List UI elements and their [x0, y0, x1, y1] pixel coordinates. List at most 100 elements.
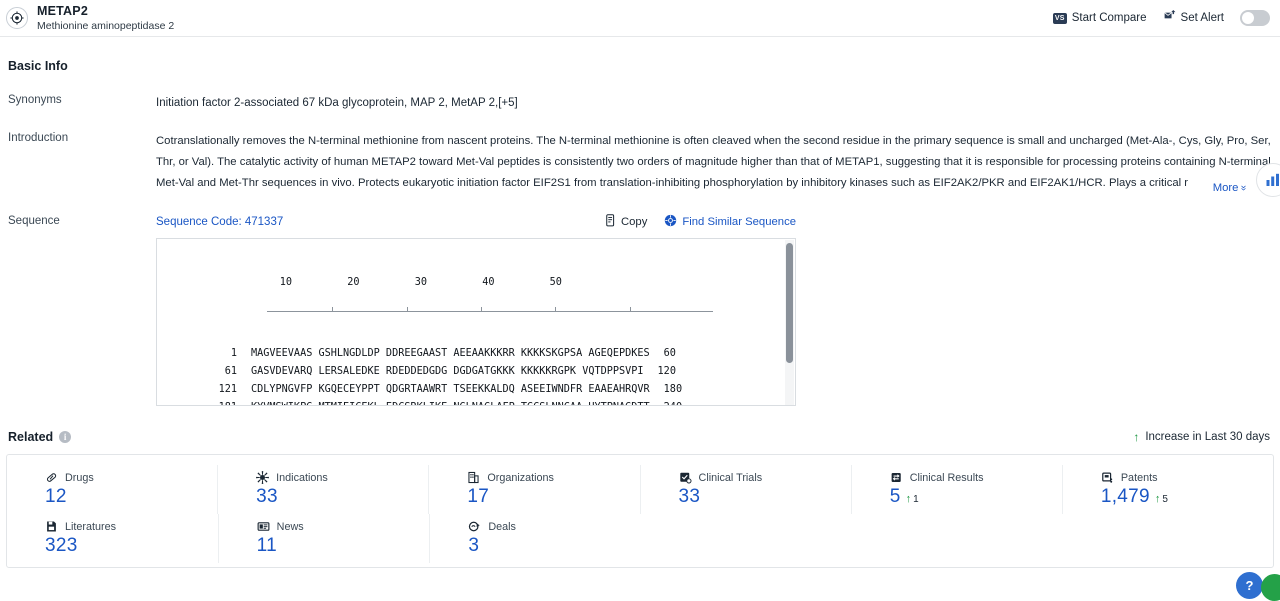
related-card-label: Deals — [488, 521, 516, 533]
related-card-head: Indications — [256, 471, 428, 484]
chart-icon — [1265, 172, 1280, 188]
start-compare-label: Start Compare — [1072, 12, 1147, 24]
sequence-code-link[interactable]: Sequence Code: 471337 — [156, 216, 283, 228]
introduction-label: Introduction — [6, 131, 156, 194]
related-card-placeholder — [1062, 514, 1273, 563]
help-button[interactable]: ? — [1236, 572, 1263, 599]
sequence-scrollbar-thumb[interactable] — [786, 243, 793, 363]
sequence-line-end: 240 — [664, 399, 682, 406]
related-card-label: Indications — [276, 472, 328, 484]
sequence-scrollbar[interactable] — [785, 240, 794, 406]
ruler-tick — [630, 307, 631, 312]
more-label: More — [1213, 182, 1239, 194]
info-icon[interactable]: i — [59, 431, 71, 443]
virus-icon — [256, 471, 269, 484]
related-card-value: 33 — [679, 486, 701, 508]
alert-toggle-switch[interactable] — [1240, 10, 1270, 26]
related-card-drugs[interactable]: Drugs12 — [7, 465, 217, 514]
header-actions: VS Start Compare Set Alert — [1053, 9, 1272, 27]
related-card-delta-value: 1 — [913, 494, 919, 505]
related-card-value: 17 — [467, 486, 489, 508]
related-card-head: News — [257, 520, 430, 533]
related-cards-row-1: Drugs12Indications33Organizations17Clini… — [7, 465, 1273, 514]
patent-icon — [1101, 471, 1114, 484]
find-similar-label: Find Similar Sequence — [682, 216, 796, 228]
introduction-content: Cotranslationally removes the N-terminal… — [156, 131, 1274, 194]
sequence-line-start: 121 — [157, 381, 237, 399]
sequence-line-residues: KYVMSWIKPG MTMIEICEKL EDCSRKLIKE NGLNAGL… — [251, 399, 650, 406]
related-card-indications[interactable]: Indications33 — [217, 465, 428, 514]
building-icon — [467, 471, 480, 484]
related-card-value: 3 — [468, 535, 479, 557]
introduction-row: Introduction Cotranslationally removes t… — [6, 131, 1274, 194]
related-card-value-row: 33 — [679, 486, 851, 508]
sequence-line-start: 61 — [157, 363, 237, 381]
sequence-content-area: 10 20 30 40 50 1 MAGVEEVAAS GSHLNGDLDP DD… — [157, 239, 795, 406]
related-card-value-row: 323 — [45, 535, 218, 557]
find-similar-sequence-button[interactable]: Find Similar Sequence — [664, 214, 796, 230]
news-icon — [257, 520, 270, 533]
arrow-up-icon: ↑ — [1155, 494, 1161, 505]
chat-bubble-button[interactable] — [1261, 574, 1280, 601]
related-card-delta: ↑1 — [906, 494, 919, 508]
related-header: Related i ↑ Increase in Last 30 days — [6, 430, 1274, 444]
related-card-patents[interactable]: Patents 1,479↑5 — [1062, 465, 1273, 514]
related-card-news[interactable]: News 11 — [218, 514, 430, 563]
related-card-head: Literatures — [45, 520, 218, 533]
increase-legend: ↑ Increase in Last 30 days — [1133, 431, 1270, 443]
clinical-result-icon — [890, 471, 903, 484]
ruler-tick — [407, 307, 408, 312]
introduction-more-button[interactable]: More » — [1207, 182, 1246, 194]
related-card-label: Clinical Results — [910, 472, 984, 484]
arrow-up-icon: ↑ — [1133, 431, 1139, 443]
related-card-label: Clinical Trials — [699, 472, 763, 484]
related-card-clinical-results[interactable]: Clinical Results5↑1 — [851, 465, 1062, 514]
related-card-head: Deals — [468, 520, 641, 533]
related-card-label: Organizations — [487, 472, 554, 484]
related-card-clinical-trials[interactable]: Clinical Trials 33 — [640, 465, 851, 514]
related-card-organizations[interactable]: Organizations 17 — [428, 465, 639, 514]
sequence-line: 181KYVMSWIKPG MTMIEICEKL EDCSRKLIKE NGLN… — [157, 399, 795, 406]
set-alert-button[interactable]: Set Alert — [1163, 9, 1224, 27]
find-similar-icon — [664, 214, 677, 230]
sequence-viewer[interactable]: 10 20 30 40 50 1 MAGVEEVAAS GSHLNGDLDP DD… — [156, 238, 796, 406]
sequence-line-residues: MAGVEEVAAS GSHLNGDLDP DDREEGAAST AEEAAKK… — [251, 345, 650, 363]
copy-label: Copy — [621, 216, 647, 228]
sequence-line-residues: GASVDEVARQ LERSALEDKE RDEDDEDGDG DGDGATG… — [251, 363, 644, 381]
start-compare-button[interactable]: VS Start Compare — [1053, 12, 1147, 24]
sequence-ruler-numbers: 10 20 30 40 50 — [243, 277, 795, 288]
introduction-text: Cotranslationally removes the N-terminal… — [156, 131, 1274, 194]
sequence-line-end: 180 — [664, 381, 682, 399]
clinical-result-icon — [890, 471, 903, 484]
ruler-tick — [332, 307, 333, 312]
set-alert-label: Set Alert — [1181, 12, 1224, 24]
basic-info-heading: Basic Info — [8, 59, 1274, 73]
sequence-ruler-line — [267, 311, 713, 312]
copy-button[interactable]: Copy — [604, 214, 647, 230]
sequence-line-start: 1 — [157, 345, 237, 363]
sequence-line: 121CDLYPNGVFP KGQECEYPPT QDGRTAAWRT TSEE… — [157, 381, 795, 399]
related-card-head: Patents — [1101, 471, 1273, 484]
sequence-line-end: 60 — [664, 345, 676, 363]
related-card-deals[interactable]: Deals 3 — [429, 514, 641, 563]
related-card-value: 323 — [45, 535, 78, 557]
sequence-label: Sequence — [6, 214, 156, 406]
related-card-head: Clinical Results — [890, 471, 1062, 484]
synonyms-row: Synonyms Initiation factor 2-associated … — [6, 93, 1274, 111]
related-card-value-row: 3 — [468, 535, 641, 557]
related-card-value: 11 — [257, 535, 277, 557]
synonyms-label: Synonyms — [6, 93, 156, 111]
related-card-value-row: 17 — [467, 486, 639, 508]
sequence-line: 61 GASVDEVARQ LERSALEDKE RDEDDEDGDG DGDGA… — [157, 363, 795, 381]
virus-icon — [256, 471, 269, 484]
synonyms-more-link[interactable]: [+5] — [498, 97, 518, 109]
related-card-literatures[interactable]: Literatures 323 — [7, 514, 218, 563]
building-icon — [467, 471, 480, 484]
related-card-label: Patents — [1121, 472, 1158, 484]
sequence-content: Sequence Code: 471337 Copy — [156, 214, 1274, 406]
related-card-value-row: 11 — [257, 535, 430, 557]
related-card-value-row: 1,479↑5 — [1101, 486, 1273, 508]
related-card-head: Organizations — [467, 471, 639, 484]
page-subtitle: Methionine aminopeptidase 2 — [37, 20, 174, 32]
page-body: Basic Info Synonyms Initiation factor 2-… — [0, 59, 1280, 568]
